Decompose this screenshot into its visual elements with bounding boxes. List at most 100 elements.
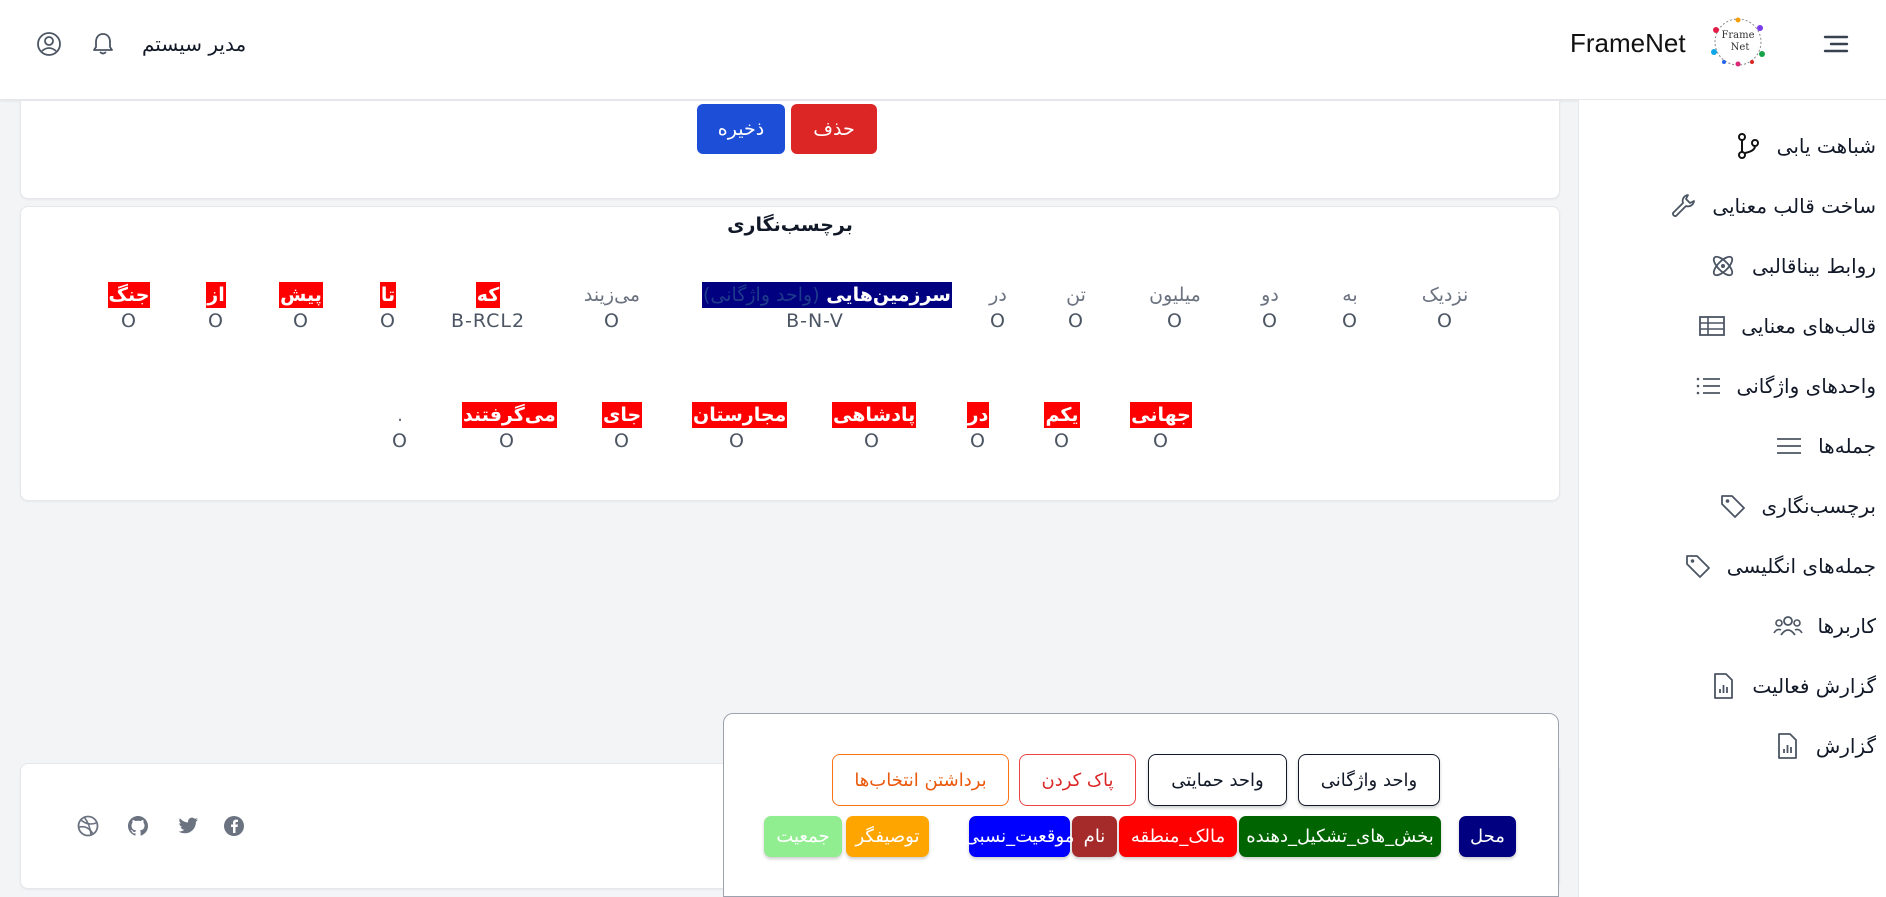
framenet-logo[interactable]: Frame Net (1706, 16, 1770, 68)
token-tag: O (864, 430, 880, 452)
token[interactable]: . O (380, 402, 420, 452)
annotation-card (20, 206, 1560, 501)
token-word: پیش (279, 282, 323, 308)
notification-bell-icon[interactable] (89, 30, 117, 58)
token-word: تن (1066, 284, 1086, 306)
token-tag: O (1068, 310, 1084, 332)
delete-button[interactable]: حذف (791, 104, 877, 154)
atom-icon (1712, 255, 1734, 277)
svg-text:Net: Net (1731, 42, 1750, 53)
token[interactable]: می‌زیند O (572, 282, 652, 332)
sidebar-item-similarity[interactable]: شباهت یابی (1733, 126, 1876, 166)
token-word: در (966, 402, 990, 428)
svg-text:Frame: Frame (1721, 30, 1754, 41)
frame-element-tag-descriptor[interactable]: توصیفگر (846, 816, 929, 857)
github-icon[interactable] (126, 814, 150, 838)
token[interactable]: می‌گرفتند O (462, 402, 557, 452)
annotation-title: برچسب‌نگاری (727, 214, 853, 236)
token[interactable]: جهانی O (1126, 402, 1196, 452)
token[interactable]: پیش O (276, 282, 326, 332)
sidebar-item-label: جمله‌های انگلیسی (1726, 554, 1876, 578)
facebook-icon[interactable] (222, 814, 246, 838)
token[interactable]: یکم O (1042, 402, 1082, 452)
frame-element-tag-location[interactable]: محل (1459, 816, 1516, 857)
table-icon (1699, 316, 1726, 336)
token[interactable]: جای O (602, 402, 643, 452)
token-word: نزدیک (1421, 284, 1469, 306)
token-tag: O (614, 430, 630, 452)
token[interactable]: در O (978, 282, 1018, 332)
token-word: جنگ (107, 282, 151, 308)
tag-icon (1685, 555, 1710, 578)
token[interactable]: تن O (1056, 282, 1096, 332)
token-tag: O (1153, 430, 1169, 452)
sidebar-item-frame-builder[interactable]: ساخت قالب معنایی (1668, 186, 1876, 226)
token-tag: O (121, 310, 137, 332)
token-tag: O (1167, 310, 1183, 332)
token[interactable]: دو O (1250, 282, 1290, 332)
token-tag: O (604, 310, 620, 332)
sidebar-item-label: واحدهای واژگانی (1736, 374, 1876, 398)
token[interactable]: میلیون O (1140, 282, 1210, 332)
token-tag: O (1342, 310, 1358, 332)
token-word: . (396, 404, 404, 426)
sidebar-item-label: روابط بیناقالبی (1752, 254, 1876, 278)
token-word: به (1342, 284, 1358, 306)
wrench-icon (1672, 194, 1696, 217)
token[interactable]: که B-RCL2 (448, 282, 528, 332)
token[interactable]: پادشاهی O (832, 402, 917, 452)
frame-element-tag-relative-location[interactable]: موقعیت_نسبی (965, 816, 1074, 857)
frame-element-tag-region-owner[interactable]: مالک_منطقه (1119, 816, 1237, 857)
token-word: که (475, 282, 501, 308)
sidebar-item-report[interactable]: گزارش (1772, 726, 1876, 766)
dribbble-icon[interactable] (76, 814, 100, 838)
sidebar-item-activity-report[interactable]: گزارش فعالیت (1708, 666, 1876, 706)
clear-button[interactable]: پاک کردن (1019, 754, 1136, 806)
sidebar-item-label: شباهت یابی (1776, 134, 1876, 158)
brand-name: FrameNet (1570, 28, 1686, 58)
sidebar-item-annotation[interactable]: برچسب‌نگاری (1718, 486, 1876, 526)
token[interactable]: از O (196, 282, 236, 332)
twitter-icon[interactable] (176, 814, 200, 838)
sidebar-item-sentences[interactable]: جمله‌ها (1774, 426, 1876, 466)
sidebar-item-label: گزارش (1815, 734, 1876, 758)
frame-element-tag-constituent-parts[interactable]: بخش_های_تشکیل_دهنده (1239, 816, 1441, 857)
token[interactable]: جنگ O (104, 282, 154, 332)
token-word-sublabel: (واحد واژگانی) (703, 284, 820, 306)
menu-icon[interactable] (1822, 30, 1850, 58)
frame-element-tag-population[interactable]: جمعیت (764, 816, 842, 857)
token-word: جهانی (1130, 402, 1192, 428)
token[interactable]: در O (958, 402, 998, 452)
token-tag: O (293, 310, 309, 332)
token[interactable]: به O (1330, 282, 1370, 332)
token-tag: O (729, 430, 745, 452)
token-tag: B-N-V (786, 310, 844, 332)
sidebar-item-english-sentences[interactable]: جمله‌های انگلیسی (1683, 546, 1876, 586)
token-word-text: سرزمین‌هایی (826, 284, 951, 306)
tag-icon (1720, 495, 1745, 518)
sidebar-item-lexical-units[interactable]: واحدهای واژگانی (1693, 366, 1876, 406)
token[interactable]: مجارستان O (692, 402, 788, 452)
token-tag: O (392, 430, 408, 452)
token-tag: O (1437, 310, 1453, 332)
token-word: دو (1261, 284, 1279, 306)
sidebar-item-semantic-frames[interactable]: قالب‌های معنایی (1697, 306, 1876, 346)
token[interactable]: تا O (368, 282, 408, 332)
support-unit-button[interactable]: واحد حمایتی (1148, 754, 1287, 806)
token-tag: O (499, 430, 515, 452)
token-lexical-unit[interactable]: سرزمین‌هایی (واحد واژگانی) B-N-V (702, 282, 952, 332)
save-button[interactable]: ذخیره (697, 104, 785, 154)
sidebar-item-frame-relations[interactable]: روابط بیناقالبی (1708, 246, 1876, 286)
sidebar-item-users[interactable]: کاربرها (1773, 606, 1876, 646)
deselect-all-button[interactable]: برداشتن انتخاب‌ها (832, 754, 1009, 806)
token-word: می‌زیند (583, 284, 641, 306)
top-header: Frame Net FrameNet مدیر سیستم (0, 0, 1886, 100)
token-tag: O (1262, 310, 1278, 332)
lexical-unit-button[interactable]: واحد واژگانی (1298, 754, 1440, 806)
user-name[interactable]: مدیر سیستم (142, 32, 246, 56)
token[interactable]: نزدیک O (1400, 282, 1490, 332)
list-icon (1696, 377, 1720, 395)
user-circle-icon[interactable] (35, 30, 63, 58)
frame-element-tag-name[interactable]: نام (1072, 816, 1117, 857)
token-tag: O (970, 430, 986, 452)
